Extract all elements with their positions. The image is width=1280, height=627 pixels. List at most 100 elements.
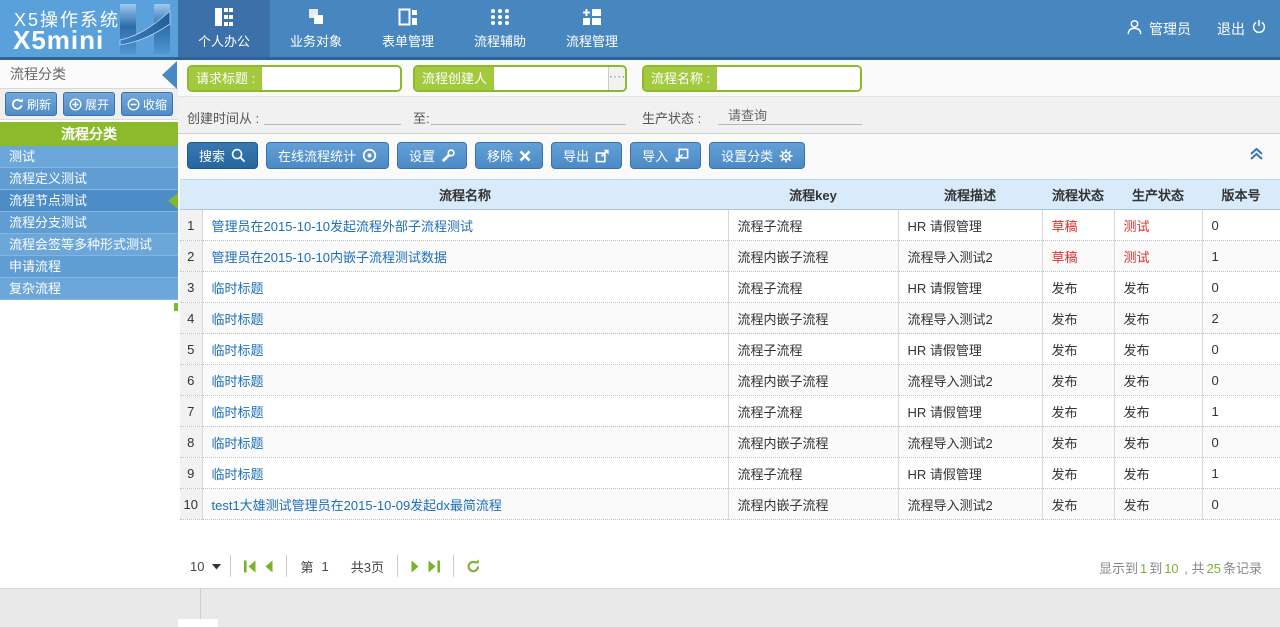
reload-button[interactable] [466, 559, 481, 574]
logout-link[interactable]: 退出 [1217, 19, 1245, 39]
prod-status-select[interactable]: 请查询 [718, 105, 862, 125]
cell-desc: HR 请假管理 [898, 458, 1042, 489]
cell-status: 发布 [1042, 334, 1114, 365]
col-status[interactable]: 流程状态 [1042, 180, 1114, 210]
create-time-from-label: 创建时间从 : [187, 108, 259, 127]
user-name[interactable]: 管理员 [1149, 19, 1191, 39]
sidebar-button-label: 刷新 [27, 96, 51, 113]
toolbar-button-5[interactable]: 导出 [551, 142, 622, 169]
target-icon [362, 148, 377, 163]
cell-desc: HR 请假管理 [898, 272, 1042, 303]
sidebar-item-4[interactable]: 流程分支测试 [0, 212, 178, 234]
sidebar-item-5[interactable]: 流程会签等多种形式测试 [0, 234, 178, 256]
nav-tab-2[interactable]: 业务对象 [270, 0, 362, 57]
cell-key: 流程子流程 [728, 272, 898, 303]
table-body: 1管理员在2015-10-10发起流程外部子流程测试流程子流程HR 请假管理草稿… [180, 210, 1280, 520]
search-field-label: 流程创建人 [415, 67, 494, 90]
toolbar-button-6[interactable]: 导入 [630, 142, 701, 169]
create-time-from-input[interactable] [264, 105, 401, 125]
table-row-3: 3临时标题流程子流程HR 请假管理发布发布0 [180, 272, 1280, 303]
cell-key: 流程内嵌子流程 [728, 303, 898, 334]
create-time-to-input[interactable] [431, 105, 626, 125]
cell-name: 临时标题 [202, 272, 728, 303]
cell-desc: 流程导入测试2 [898, 303, 1042, 334]
cell-key: 流程子流程 [728, 210, 898, 241]
page-number-input[interactable]: 1 [321, 559, 328, 574]
cell-ver: 1 [1202, 241, 1280, 272]
table-row-7: 7临时标题流程子流程HR 请假管理发布发布1 [180, 396, 1280, 427]
process-name-link[interactable]: 临时标题 [212, 343, 264, 358]
process-name-link[interactable]: 临时标题 [212, 312, 264, 327]
process-table: 流程名称 流程key 流程描述 流程状态 生产状态 版本号 1 管理员在2015-… [180, 179, 1280, 520]
sidebar-item-7[interactable]: 复杂流程 [0, 278, 178, 300]
col-prod[interactable]: 生产状态 [1114, 180, 1202, 210]
toolbar-button-4[interactable]: 移除 [475, 142, 543, 169]
picker-more-button[interactable]: ····· [608, 67, 625, 90]
nav-tab-1[interactable]: 个人办公 [178, 0, 270, 57]
sidebar-button-2[interactable]: 展开 [63, 92, 115, 116]
cell-ver: 0 [1202, 427, 1280, 458]
sidebar-item-1[interactable]: 测试 [0, 146, 178, 168]
col-name[interactable]: 流程名称 [202, 180, 728, 210]
search-field-input[interactable] [262, 67, 400, 90]
prev-page-button[interactable] [263, 559, 274, 574]
process-name-link[interactable]: 临时标题 [212, 405, 264, 420]
nav-tab-3[interactable]: 表单管理 [362, 0, 454, 57]
toolbar-button-7[interactable]: 设置分类 [709, 142, 805, 169]
refresh-icon [11, 98, 24, 111]
app-subtitle: X5mini [13, 25, 104, 56]
overlap-squares-icon [305, 7, 327, 27]
col-ver[interactable]: 版本号 [1202, 180, 1280, 210]
sidebar-button-3[interactable]: 收缩 [121, 92, 173, 116]
process-name-link[interactable]: 管理员在2015-10-10内嵌子流程测试数据 [212, 250, 448, 265]
first-page-button[interactable] [243, 559, 257, 574]
process-name-link[interactable]: 临时标题 [212, 374, 264, 389]
last-page-button[interactable] [427, 559, 441, 574]
sidebar-item-6[interactable]: 申请流程 [0, 256, 178, 278]
process-name-link[interactable]: 管理员在2015-10-10发起流程外部子流程测试 [212, 219, 474, 234]
nav-tab-4[interactable]: 流程辅助 [454, 0, 546, 57]
cell-name: 管理员在2015-10-10发起流程外部子流程测试 [202, 210, 728, 241]
sidebar-section-title: 流程分类 [0, 122, 178, 146]
cross-icon [519, 150, 531, 162]
nav-tab-5[interactable]: 流程管理 [546, 0, 638, 57]
process-name-link[interactable]: 临时标题 [212, 436, 264, 451]
footer-scroll-thumb[interactable] [178, 619, 218, 627]
cell-num: 4 [180, 303, 202, 334]
cell-prod: 发布 [1114, 303, 1202, 334]
nav-tab-label: 流程辅助 [474, 31, 526, 50]
sidebar-button-label: 展开 [85, 96, 109, 113]
process-name-link[interactable]: test1大雄测试管理员在2015-10-09发起dx最简流程 [212, 498, 502, 513]
next-page-button[interactable] [410, 559, 421, 574]
search-field-label: 流程名称 : [644, 67, 717, 90]
sidebar-item-3[interactable]: 流程节点测试 [0, 190, 178, 212]
col-key[interactable]: 流程key [728, 180, 898, 210]
sidebar-item-2[interactable]: 流程定义测试 [0, 168, 178, 190]
process-name-link[interactable]: 临时标题 [212, 281, 264, 296]
cell-name: 临时标题 [202, 427, 728, 458]
power-icon[interactable] [1251, 19, 1267, 38]
sidebar-item-label: 流程分支测试 [9, 215, 87, 230]
toolbar-button-1[interactable]: 搜索 [187, 142, 258, 169]
search-icon [231, 148, 246, 163]
sidebar-button-1[interactable]: 刷新 [5, 92, 57, 116]
cell-key: 流程内嵌子流程 [728, 365, 898, 396]
search-field-input[interactable] [717, 67, 860, 90]
cell-num: 8 [180, 427, 202, 458]
toolbar-button-2[interactable]: 在线流程统计 [266, 142, 389, 169]
search-field-input[interactable] [494, 67, 608, 90]
process-name-link[interactable]: 临时标题 [212, 467, 264, 482]
cell-ver: 0 [1202, 210, 1280, 241]
toolbar-button-3[interactable]: 设置 [397, 142, 467, 169]
cell-prod: 发布 [1114, 334, 1202, 365]
cell-prod: 发布 [1114, 396, 1202, 427]
cell-prod: 发布 [1114, 427, 1202, 458]
cell-desc: HR 请假管理 [898, 334, 1042, 365]
cell-key: 流程子流程 [728, 396, 898, 427]
page-size-select[interactable]: 10 [190, 559, 221, 574]
col-desc[interactable]: 流程描述 [898, 180, 1042, 210]
collapse-search-icon[interactable] [1248, 146, 1265, 166]
cell-ver: 1 [1202, 458, 1280, 489]
toolbar-button-label: 设置分类 [721, 146, 773, 165]
sidebar-collapse-arrow[interactable] [162, 61, 177, 89]
